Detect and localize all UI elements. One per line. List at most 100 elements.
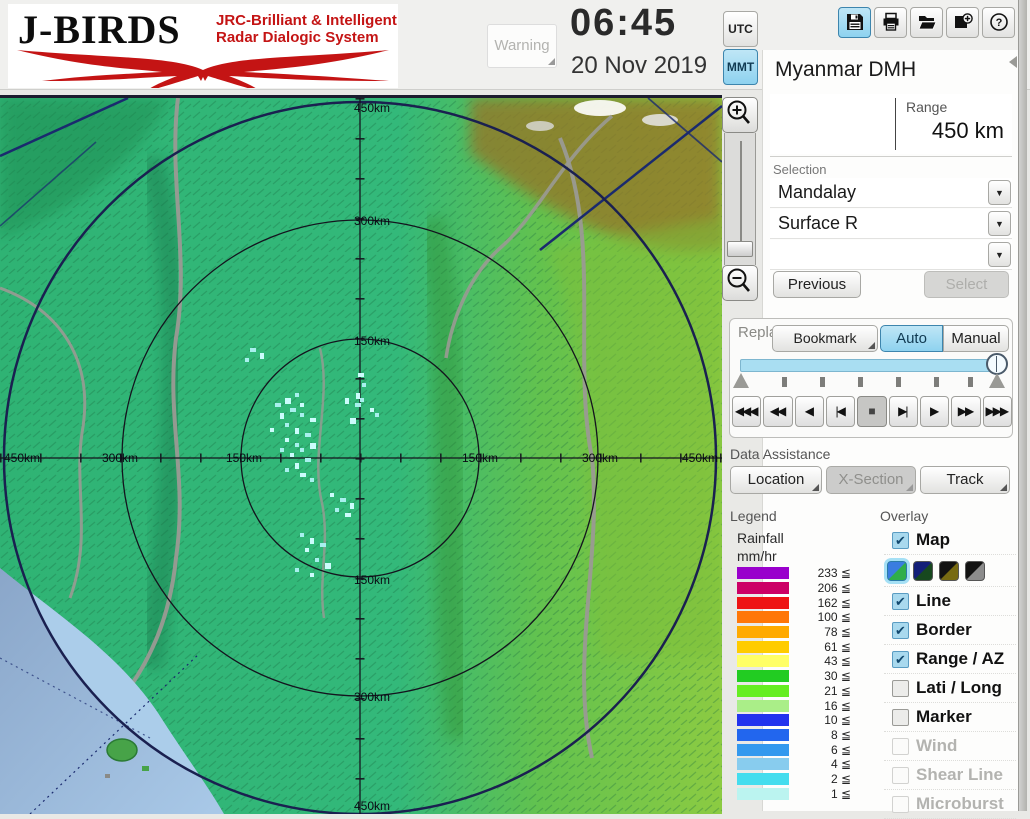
map-style-swatch-4[interactable] <box>965 560 985 581</box>
checkbox-icon[interactable]: ✔ <box>892 592 909 610</box>
legend-threshold-value: 2 ≦ <box>830 771 851 786</box>
previous-button[interactable]: Previous <box>773 271 861 298</box>
playback-button-0[interactable]: ◀◀◀ <box>732 396 762 427</box>
replay-slider-handle[interactable] <box>986 353 1008 375</box>
legend-row: 162 ≦ <box>737 595 857 610</box>
site-dropdown-value: Mandalay <box>778 182 857 202</box>
open-file-button[interactable] <box>910 7 943 38</box>
playback-button-4[interactable]: ■ <box>857 396 887 427</box>
overlay-item-range-az[interactable]: ✔ Range / AZ <box>884 645 1016 674</box>
overlay-item-border[interactable]: ✔ Border <box>884 616 1016 645</box>
bookmark-button-label: Bookmark <box>793 330 857 346</box>
overlay-item-map[interactable]: ✔ Map <box>884 526 1016 555</box>
auto-button[interactable]: Auto <box>880 325 943 352</box>
utc-button[interactable]: UTC <box>723 11 758 47</box>
legend-row: 4 ≦ <box>737 757 857 772</box>
option-dropdown-arrow-icon[interactable]: ▼ <box>988 242 1011 267</box>
zoom-out-button[interactable] <box>722 265 758 301</box>
track-button[interactable]: Track <box>920 466 1010 494</box>
clock-date: 20 Nov 2019 <box>571 52 708 79</box>
panel-collapse-arrow-icon[interactable] <box>1009 56 1017 68</box>
legend-color-swatch <box>737 582 789 595</box>
save-button[interactable] <box>838 7 871 38</box>
ring-label-450-right: 450km <box>682 451 718 465</box>
range-divider <box>895 98 896 150</box>
playback-button-2[interactable]: ◀ <box>794 396 824 427</box>
playback-button-6[interactable]: ▶ <box>919 396 950 427</box>
playback-button-1[interactable]: ◀◀ <box>763 396 793 427</box>
save-icon <box>846 14 863 30</box>
data-assistance-label: Data Assistance <box>730 446 831 462</box>
legend-color-swatch <box>737 611 789 624</box>
ring-label-300-left: 300km <box>102 451 138 465</box>
playback-button-8[interactable]: ▶▶▶ <box>982 396 1012 427</box>
playback-button-5[interactable]: ▶| <box>888 396 918 427</box>
ring-label-300-right: 300km <box>582 451 618 465</box>
map-style-swatch-3[interactable] <box>939 560 959 581</box>
checkbox-icon[interactable]: ✔ <box>892 531 909 549</box>
logo-subtitle: JRC-Brilliant & Intelligent Radar Dialog… <box>216 12 397 46</box>
product-dropdown[interactable]: Surface R ▼ <box>770 209 1012 239</box>
overlay-rows: ✔ Map ✔ Line ✔ Border ✔ Range / AZ Lati / Long Ma… <box>884 526 1016 819</box>
product-dropdown-arrow-icon[interactable]: ▼ <box>988 211 1011 236</box>
checkbox-icon[interactable]: ✔ <box>892 650 909 668</box>
legend-color-swatch <box>737 743 789 756</box>
legend-row: 16 ≦ <box>737 698 857 713</box>
site-dropdown-arrow-icon[interactable]: ▼ <box>988 180 1011 205</box>
bookmark-button[interactable]: Bookmark <box>772 325 878 352</box>
checkbox-icon[interactable]: ✔ <box>892 621 909 639</box>
map-style-swatch-2[interactable] <box>913 560 933 581</box>
option-dropdown[interactable]: ▼ <box>770 240 1012 270</box>
ring-label-150-left: 150km <box>226 451 262 465</box>
manual-button[interactable]: Manual <box>943 325 1009 352</box>
map-style-swatch-1[interactable] <box>887 560 907 581</box>
x-section-button[interactable]: X-Section <box>826 466 916 494</box>
overlay-item-line[interactable]: ✔ Line <box>884 587 1016 616</box>
add-image-button[interactable] <box>946 7 979 38</box>
zoom-slider-line <box>740 141 742 241</box>
panel-scrollbar[interactable] <box>1018 0 1027 811</box>
replay-slider-track[interactable] <box>740 359 998 372</box>
slider-tick <box>820 377 825 387</box>
playback-button-3[interactable]: |◀ <box>825 396 856 427</box>
overlay-item-marker[interactable]: Marker <box>884 703 1016 732</box>
legend-row: 30 ≦ <box>737 669 857 684</box>
help-icon: ? <box>989 13 1008 31</box>
mmt-button[interactable]: MMT <box>723 49 758 85</box>
playback-controls: ◀◀◀ ◀◀ ◀ |◀ ■ ▶| ▶ ▶▶ ▶▶▶ <box>732 396 1012 427</box>
overlay-item-lati-long[interactable]: Lati / Long <box>884 674 1016 703</box>
checkbox-icon[interactable] <box>892 708 909 726</box>
overlay-item-label: Range / AZ <box>916 649 1005 668</box>
print-icon <box>883 12 898 31</box>
legend-threshold-value: 233 ≦ <box>817 566 851 581</box>
location-button[interactable]: Location <box>730 466 822 494</box>
legend-threshold-value: 21 ≦ <box>824 683 851 698</box>
legend-threshold-value: 8 ≦ <box>830 727 851 742</box>
station-name: Myanmar DMH <box>775 58 917 81</box>
location-menu-corner <box>812 484 819 491</box>
legend-color-swatch <box>737 626 789 639</box>
site-dropdown[interactable]: Mandalay ▼ <box>770 178 1012 208</box>
slider-end-marker[interactable] <box>989 373 1005 388</box>
checkbox-icon <box>892 795 909 813</box>
zoom-slider-track[interactable] <box>724 133 756 265</box>
slider-start-marker[interactable] <box>733 373 749 388</box>
legend-rows: 233 ≦ 206 ≦ 162 ≦ 100 ≦ 78 ≦ 61 ≦ 43 ≦ 30 ≦ 21 ≦… <box>737 566 857 801</box>
help-button[interactable]: ? <box>982 7 1015 38</box>
legend-row: 43 ≦ <box>737 654 857 669</box>
zoom-slider-handle[interactable] <box>727 241 753 257</box>
map-style-selector <box>884 555 1016 587</box>
radar-map[interactable]: 450km 300km 150km 150km 300km 450km 450k… <box>0 95 723 816</box>
playback-button-7[interactable]: ▶▶ <box>951 396 981 427</box>
checkbox-icon[interactable] <box>892 679 909 697</box>
select-button[interactable]: Select <box>924 271 1009 298</box>
legend-threshold-value: 6 ≦ <box>830 742 851 757</box>
panel-divider <box>770 156 1012 157</box>
legend-threshold-value: 10 ≦ <box>824 713 851 728</box>
ring-label-150-right: 150km <box>462 451 498 465</box>
range-label: Range <box>906 99 948 115</box>
folder-icon <box>917 16 937 30</box>
print-button[interactable] <box>874 7 907 38</box>
warning-button[interactable]: Warning <box>487 24 557 68</box>
zoom-in-button[interactable] <box>722 97 758 133</box>
